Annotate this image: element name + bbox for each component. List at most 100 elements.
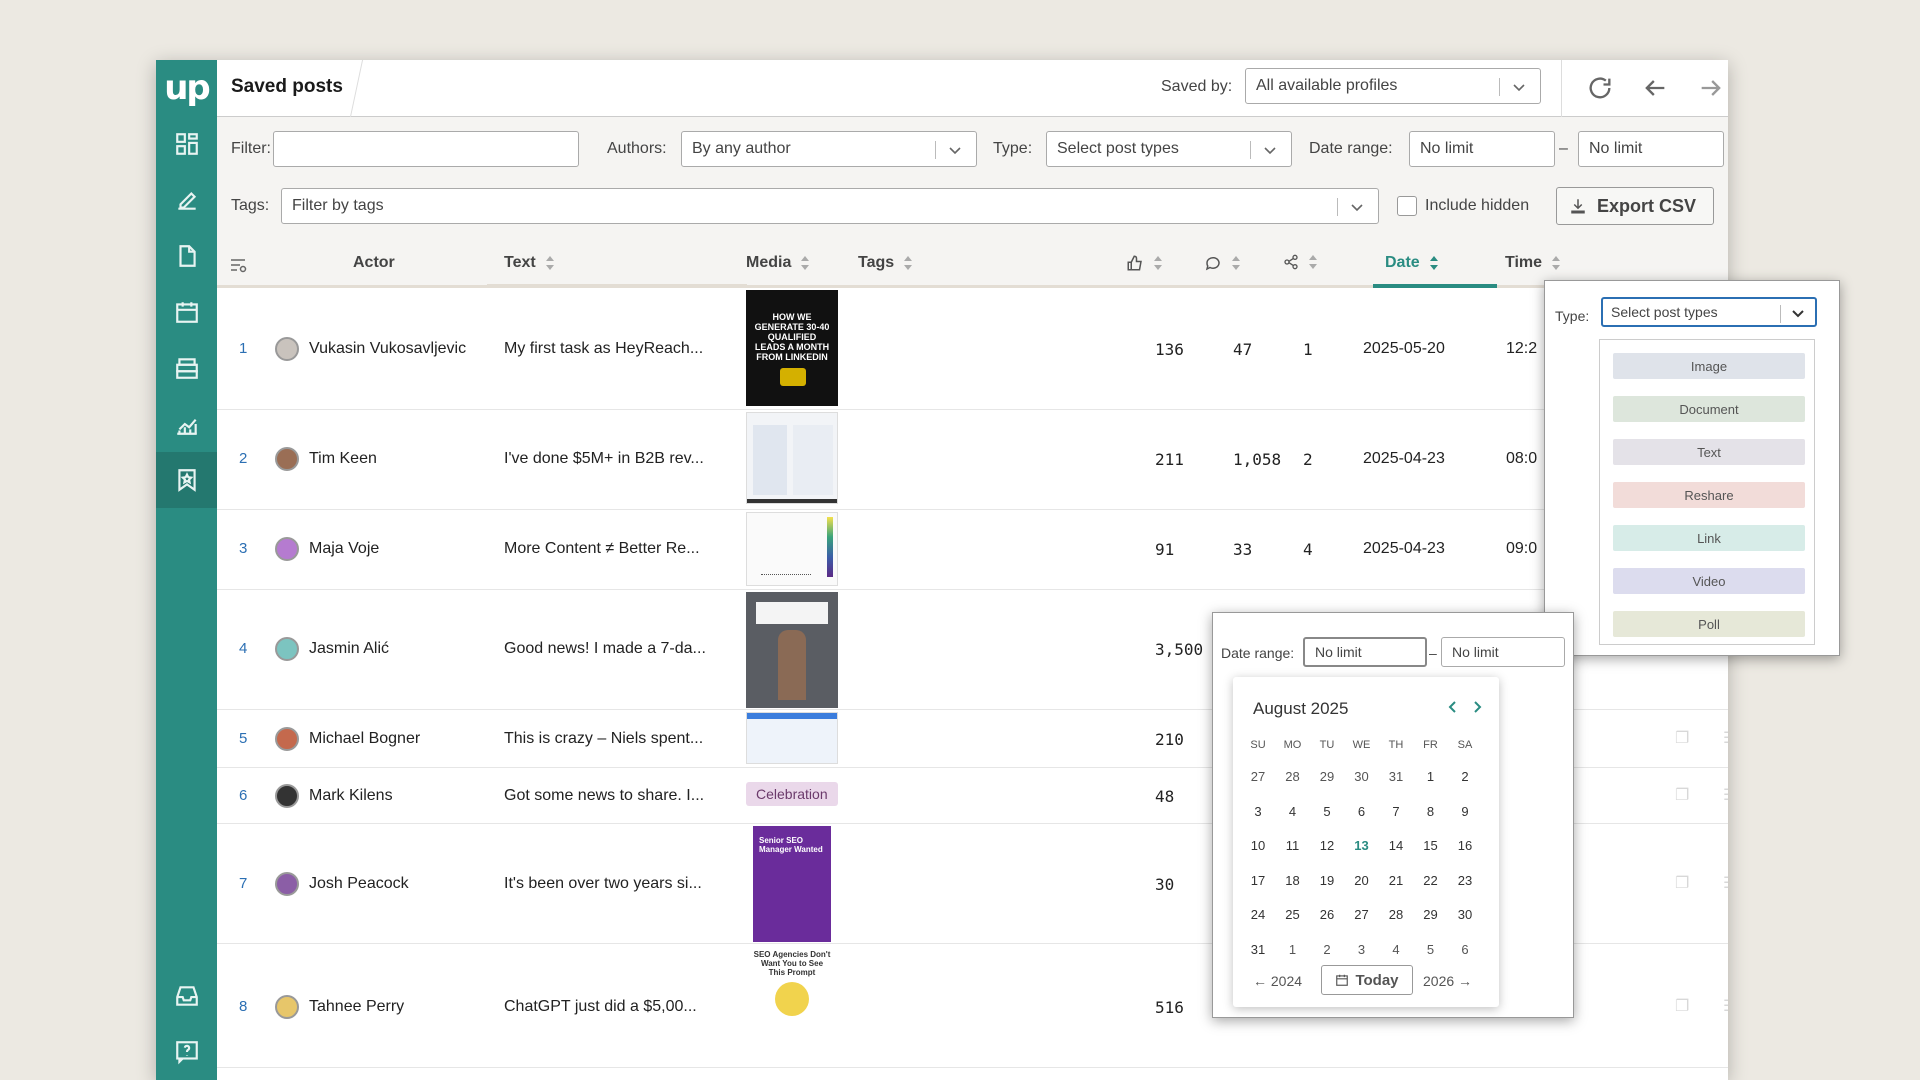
copy-icon[interactable]: ❐: [1675, 728, 1689, 748]
calendar-day[interactable]: 28: [1278, 769, 1308, 784]
calendar-day[interactable]: 10: [1243, 838, 1273, 853]
type-option-image[interactable]: Image: [1613, 353, 1805, 379]
type-popup-select[interactable]: Select post types: [1601, 297, 1817, 327]
col-text[interactable]: Text: [504, 254, 554, 272]
calendar-day[interactable]: 16: [1450, 838, 1480, 853]
refresh-icon[interactable]: [1586, 74, 1614, 102]
col-shares[interactable]: [1283, 254, 1317, 270]
calendar-day[interactable]: 30: [1347, 769, 1377, 784]
nav-drafts-icon[interactable]: [156, 228, 217, 284]
col-likes[interactable]: [1126, 254, 1162, 272]
today-button[interactable]: Today: [1321, 965, 1413, 995]
nav-saved-posts-icon[interactable]: [156, 452, 217, 508]
copy-icon[interactable]: ❐: [1675, 996, 1689, 1016]
calendar-day[interactable]: 6: [1450, 942, 1480, 957]
calendar-day[interactable]: 18: [1278, 873, 1308, 888]
copy-icon[interactable]: ❐: [1675, 785, 1689, 805]
type-option-reshare[interactable]: Reshare: [1613, 482, 1805, 508]
calendar-day[interactable]: 5: [1312, 804, 1342, 819]
menu-icon[interactable]: ☰▾: [1723, 996, 1728, 1016]
calendar-day[interactable]: 6: [1347, 804, 1377, 819]
calendar-day[interactable]: 14: [1381, 838, 1411, 853]
col-comments[interactable]: [1204, 254, 1240, 272]
calendar-day[interactable]: 19: [1312, 873, 1342, 888]
prev-month-icon[interactable]: [1445, 699, 1461, 715]
type-option-link[interactable]: Link: [1613, 525, 1805, 551]
nav-help-icon[interactable]: [156, 1024, 217, 1080]
media-thumbnail[interactable]: [746, 592, 838, 708]
date-from-input[interactable]: No limit: [1409, 131, 1555, 167]
calendar-day[interactable]: 2: [1450, 769, 1480, 784]
date-popup-from[interactable]: No limit: [1303, 637, 1427, 667]
table-row[interactable]: 1 Vukasin Vukosavljevic My first task as…: [217, 288, 1728, 410]
calendar-day[interactable]: 4: [1381, 942, 1411, 957]
calendar-day[interactable]: 31: [1381, 769, 1411, 784]
nav-inbox-icon[interactable]: [156, 968, 217, 1024]
media-thumbnail[interactable]: [746, 712, 838, 764]
date-to-input[interactable]: No limit: [1578, 131, 1724, 167]
calendar-day[interactable]: 29: [1416, 907, 1446, 922]
nav-dashboard-icon[interactable]: [156, 116, 217, 172]
type-option-video[interactable]: Video: [1613, 568, 1805, 594]
calendar-day[interactable]: 3: [1347, 942, 1377, 957]
calendar-day[interactable]: 20: [1347, 873, 1377, 888]
calendar-day[interactable]: 21: [1381, 873, 1411, 888]
back-arrow-icon[interactable]: [1641, 74, 1669, 102]
calendar-day[interactable]: 1: [1416, 769, 1446, 784]
media-thumbnail[interactable]: HOW WE GENERATE 30-40 QUALIFIED LEADS A …: [746, 290, 838, 406]
table-row[interactable]: 2 Tim Keen I've done $5M+ in B2B rev... …: [217, 410, 1728, 510]
col-media[interactable]: Media: [746, 254, 810, 272]
forward-arrow-icon[interactable]: [1697, 74, 1725, 102]
calendar-day[interactable]: 7: [1381, 804, 1411, 819]
calendar-day[interactable]: 29: [1312, 769, 1342, 784]
copy-icon[interactable]: ❐: [1675, 873, 1689, 893]
menu-icon[interactable]: ☰▾: [1723, 728, 1728, 748]
media-thumbnail[interactable]: [746, 412, 838, 504]
calendar-day[interactable]: 1: [1278, 942, 1308, 957]
calendar-day[interactable]: 13: [1347, 838, 1377, 853]
col-tags[interactable]: Tags: [858, 254, 913, 272]
calendar-day[interactable]: 4: [1278, 804, 1308, 819]
type-option-document[interactable]: Document: [1613, 396, 1805, 422]
nav-archive-icon[interactable]: [156, 340, 217, 396]
calendar-day[interactable]: 25: [1278, 907, 1308, 922]
column-settings-icon[interactable]: [229, 256, 247, 274]
next-year-link[interactable]: 2026 →: [1423, 973, 1472, 989]
calendar-day[interactable]: 30: [1450, 907, 1480, 922]
calendar-day[interactable]: 24: [1243, 907, 1273, 922]
tags-select[interactable]: Filter by tags: [281, 188, 1379, 224]
calendar-day[interactable]: 26: [1312, 907, 1342, 922]
media-thumbnail[interactable]: SEO Agencies Don't Want You to See This …: [749, 946, 835, 1060]
calendar-day[interactable]: 12: [1312, 838, 1342, 853]
calendar-day[interactable]: 27: [1243, 769, 1273, 784]
menu-icon[interactable]: ☰▾: [1723, 785, 1728, 805]
col-time[interactable]: Time: [1505, 254, 1561, 272]
calendar-day[interactable]: 17: [1243, 873, 1273, 888]
prev-year-link[interactable]: ← 2024: [1253, 973, 1302, 989]
type-select[interactable]: Select post types: [1046, 131, 1292, 167]
media-thumbnail[interactable]: Senior SEO Manager Wanted: [753, 826, 831, 942]
type-option-poll[interactable]: Poll: [1613, 611, 1805, 637]
nav-analytics-icon[interactable]: [156, 396, 217, 452]
calendar-day[interactable]: 27: [1347, 907, 1377, 922]
type-option-text[interactable]: Text: [1613, 439, 1805, 465]
include-hidden-checkbox[interactable]: [1397, 196, 1417, 216]
media-thumbnail[interactable]: [746, 512, 838, 586]
calendar-day[interactable]: 22: [1416, 873, 1446, 888]
col-actor[interactable]: Actor: [353, 254, 395, 272]
calendar-day[interactable]: 9: [1450, 804, 1480, 819]
menu-icon[interactable]: ☰▾: [1723, 873, 1728, 893]
date-popup-to[interactable]: No limit: [1441, 637, 1565, 667]
calendar-day[interactable]: 8: [1416, 804, 1446, 819]
nav-calendar-icon[interactable]: [156, 284, 217, 340]
calendar-day[interactable]: 3: [1243, 804, 1273, 819]
calendar-day[interactable]: 23: [1450, 873, 1480, 888]
calendar-day[interactable]: 31: [1243, 942, 1273, 957]
calendar-day[interactable]: 28: [1381, 907, 1411, 922]
filter-input[interactable]: [273, 131, 579, 167]
calendar-day[interactable]: 5: [1416, 942, 1446, 957]
nav-compose-icon[interactable]: [156, 172, 217, 228]
authors-select[interactable]: By any author: [681, 131, 977, 167]
calendar-day[interactable]: 11: [1278, 838, 1308, 853]
calendar-day[interactable]: 15: [1416, 838, 1446, 853]
